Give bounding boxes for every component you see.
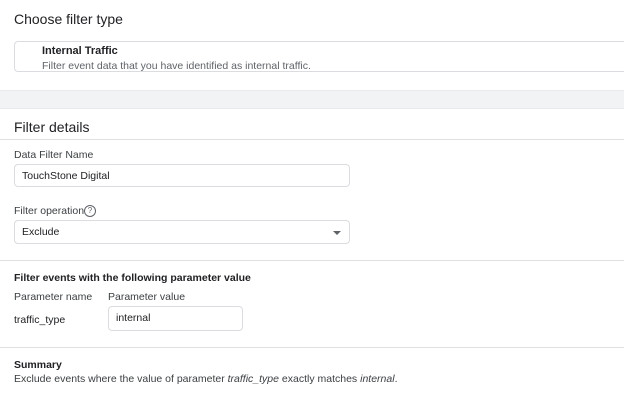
internal-traffic-option-card[interactable]: Internal Traffic Filter event data that … — [14, 41, 624, 72]
summary-text: Exclude events where the value of parame… — [14, 373, 397, 385]
choose-filter-type-heading: Choose filter type — [14, 11, 123, 27]
help-icon[interactable]: ? — [84, 205, 96, 217]
filter-operation-value: Exclude — [22, 226, 60, 238]
summary-middle: exactly matches — [278, 373, 361, 385]
summary-divider — [0, 347, 624, 348]
summary-param: traffic_type — [227, 373, 279, 385]
data-filter-name-label: Data Filter Name — [14, 149, 94, 161]
summary-prefix: Exclude events where the value of parame… — [14, 373, 228, 385]
internal-traffic-description: Filter event data that you have identifi… — [42, 60, 311, 72]
filter-operation-select[interactable]: Exclude — [14, 220, 350, 244]
parameter-divider — [0, 260, 624, 261]
filter-details-divider — [0, 139, 624, 140]
dropdown-arrow-icon — [333, 231, 341, 235]
filter-details-heading: Filter details — [14, 119, 90, 135]
parameter-section-heading: Filter events with the following paramet… — [14, 272, 251, 284]
data-filter-name-input[interactable]: TouchStone Digital — [14, 164, 350, 187]
filter-operation-label: Filter operation — [14, 205, 85, 217]
parameter-value-column-header: Parameter value — [108, 291, 186, 303]
parameter-value-input[interactable]: internal — [108, 306, 243, 331]
summary-value: internal — [360, 373, 395, 385]
summary-suffix: . — [394, 373, 398, 385]
summary-heading: Summary — [14, 359, 62, 371]
section-separator-band — [0, 90, 624, 109]
parameter-name-column-header: Parameter name — [14, 291, 93, 303]
parameter-name-value: traffic_type — [14, 314, 66, 326]
internal-traffic-title: Internal Traffic — [42, 45, 118, 57]
